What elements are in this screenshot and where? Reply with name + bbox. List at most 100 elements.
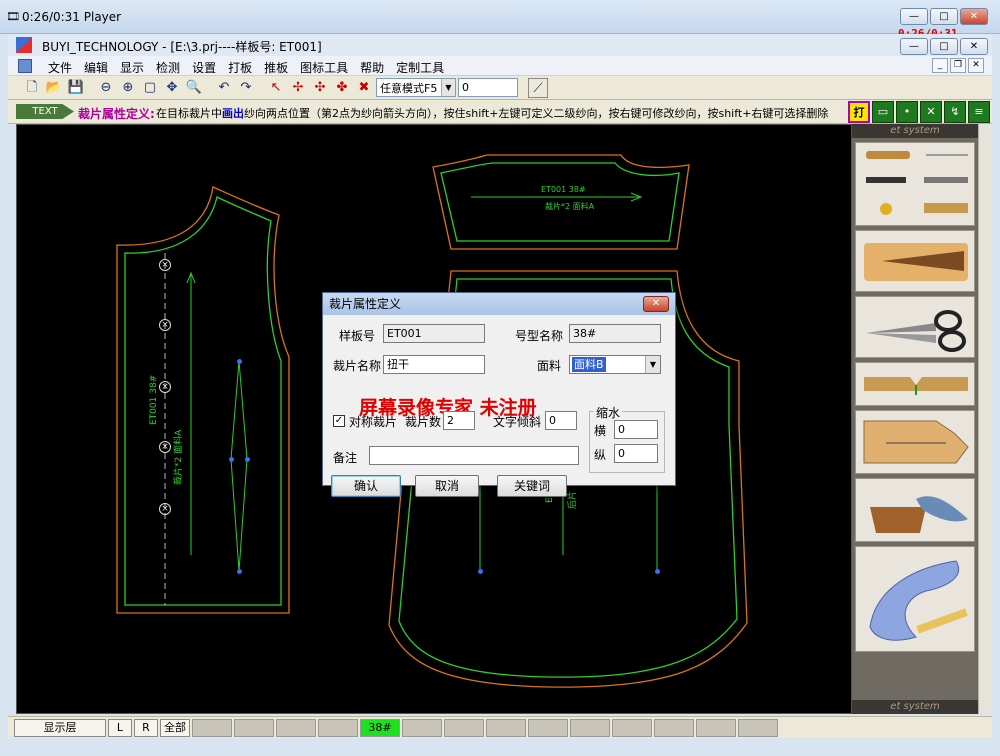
ok-button[interactable]: 确认 [331, 475, 401, 497]
zoom-in-icon[interactable]: ⊕ [118, 78, 138, 98]
mdi-restore-button[interactable]: ❐ [950, 58, 966, 73]
symmetric-checkbox[interactable]: ✓ [333, 415, 345, 427]
menu-item[interactable]: 检测 [150, 59, 186, 76]
size-slot[interactable] [612, 718, 652, 737]
piece-name-input[interactable]: 扭干 [383, 355, 485, 374]
menu-item[interactable]: 打板 [222, 59, 258, 76]
fabric-tool-cell[interactable] [855, 478, 975, 542]
save-icon[interactable]: 💾 [66, 78, 86, 98]
menu-bar: 文件 编辑 显示 检测 设置 打板 推板 图标工具 帮助 定制工具 _ ❐ ✕ [8, 56, 992, 76]
size-name-field[interactable]: 38# [569, 324, 661, 343]
player-window-controls: — □ ✕ [900, 8, 988, 25]
menu-item[interactable]: 图标工具 [294, 59, 354, 76]
control-point[interactable] [237, 569, 242, 574]
cut-tool-icon[interactable]: ≡ [968, 101, 990, 123]
menu-item[interactable]: 编辑 [78, 59, 114, 76]
control-point[interactable] [655, 569, 660, 574]
size-slot[interactable] [318, 718, 358, 737]
dialog-close-button[interactable]: ✕ [643, 296, 669, 312]
right-button[interactable]: R [134, 718, 158, 737]
app-close-button[interactable]: ✕ [960, 38, 988, 55]
curve-ruler-tool-cell[interactable] [855, 546, 975, 652]
menu-item[interactable]: 推板 [258, 59, 294, 76]
cross-tool-icon[interactable]: ✕ [920, 101, 942, 123]
piece-count-input[interactable]: 2 [443, 411, 475, 430]
zoom-window-icon[interactable]: 🔍 [184, 78, 204, 98]
mode-select[interactable]: 任意模式F5 ▼ [376, 78, 456, 97]
horizontal-input[interactable]: 0 [614, 420, 658, 439]
chevron-down-icon[interactable]: ▼ [645, 356, 660, 373]
pan-icon[interactable]: ✥ [162, 78, 182, 98]
notch-tool-cell[interactable] [855, 362, 975, 406]
app-title-bar: BUYI_TECHNOLOGY - [E:\3.prj----样板号: ET00… [8, 34, 992, 56]
size-slot[interactable] [570, 718, 610, 737]
menu-item[interactable]: 帮助 [354, 59, 390, 76]
vertical-input[interactable]: 0 [614, 444, 658, 463]
vertical-scrollbar[interactable] [978, 124, 992, 714]
control-point[interactable] [245, 457, 250, 462]
size-slot[interactable] [234, 718, 274, 737]
maximize-button[interactable]: □ [930, 8, 958, 25]
dialog-title-bar: 裁片属性定义 ✕ [323, 293, 675, 315]
size-slot[interactable] [276, 718, 316, 737]
redo-icon[interactable]: ↷ [236, 78, 256, 98]
select-delete-icon[interactable]: ↖ [266, 78, 286, 98]
close-button[interactable]: ✕ [960, 8, 988, 25]
ruler-icon[interactable]: ⟋ [528, 77, 548, 98]
rectangle-tool-icon[interactable]: ▭ [872, 101, 894, 123]
size-slot[interactable] [738, 718, 778, 737]
drafting-tools-cell[interactable] [855, 142, 975, 226]
snap-point-icon[interactable]: ✤ [332, 78, 352, 98]
menu-item[interactable]: 文件 [42, 59, 78, 76]
size-slot[interactable] [696, 718, 736, 737]
size-slot[interactable] [528, 718, 568, 737]
app-maximize-button[interactable]: □ [930, 38, 958, 55]
size-slot[interactable] [402, 718, 442, 737]
fabric-select[interactable]: 面料B ▼ [569, 355, 661, 374]
left-button[interactable]: L [108, 718, 132, 737]
fabric-basket-icon [870, 496, 968, 533]
undo-icon[interactable]: ↶ [214, 78, 234, 98]
draft-tool-button[interactable]: 打 [848, 101, 870, 123]
size-tag-active[interactable]: 38# [360, 718, 400, 737]
chevron-down-icon[interactable]: ▼ [441, 79, 455, 96]
point-tool-icon[interactable]: • [896, 101, 918, 123]
zoom-out-icon[interactable]: ⊖ [96, 78, 116, 98]
app-minimize-button[interactable]: — [900, 38, 928, 55]
mdi-close-button[interactable]: ✕ [968, 58, 984, 73]
cancel-button[interactable]: 取消 [415, 475, 479, 497]
menu-item[interactable]: 定制工具 [390, 59, 450, 76]
control-point[interactable] [478, 569, 483, 574]
layer-display-button[interactable]: 显示层 [14, 718, 106, 737]
value-input[interactable]: 0 [458, 78, 518, 97]
delete-point-icon[interactable]: ✖ [354, 78, 374, 98]
document-icon [18, 59, 32, 73]
all-button[interactable]: 全部 [160, 718, 190, 737]
size-slot[interactable] [654, 718, 694, 737]
control-point[interactable] [229, 457, 234, 462]
keyword-button[interactable]: 关键词 [497, 475, 567, 497]
zoom-fit-icon[interactable]: ▢ [140, 78, 160, 98]
symmetric-label: 对称裁片 [349, 415, 398, 429]
new-file-icon[interactable]: 🗋 [22, 78, 42, 98]
dart-tool-cell[interactable] [855, 230, 975, 292]
arrow-tool-icon[interactable]: ↯ [944, 101, 966, 123]
french-curve-icon [869, 560, 968, 641]
piece-count-label: 裁片数 [405, 415, 442, 429]
menu-item[interactable]: 显示 [114, 59, 150, 76]
point-tool-icon[interactable]: ✢ [288, 78, 308, 98]
size-slot[interactable] [192, 718, 232, 737]
control-point[interactable] [237, 359, 242, 364]
minimize-button[interactable]: — [900, 8, 928, 25]
orthogonal-point-icon[interactable]: ✣ [310, 78, 330, 98]
scissors-tool-cell[interactable] [855, 296, 975, 358]
text-angle-input[interactable]: 0 [545, 411, 577, 430]
menu-item[interactable]: 设置 [186, 59, 222, 76]
mdi-minimize-button[interactable]: _ [932, 58, 948, 73]
open-folder-icon[interactable]: 📂 [44, 78, 64, 98]
size-slot[interactable] [486, 718, 526, 737]
size-slot[interactable] [444, 718, 484, 737]
remark-input[interactable] [369, 446, 579, 465]
pattern-piece-tool-cell[interactable] [855, 410, 975, 474]
pattern-no-field[interactable]: ET001 [383, 324, 485, 343]
